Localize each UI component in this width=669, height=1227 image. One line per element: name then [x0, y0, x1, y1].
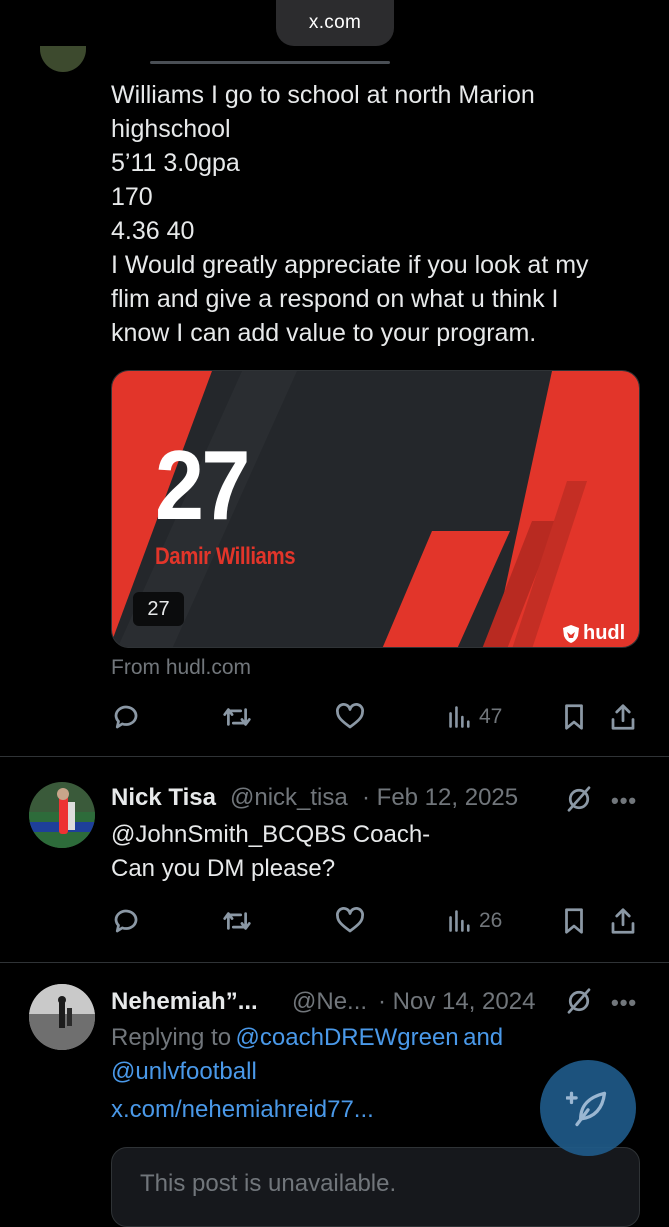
url-text: x.com: [308, 12, 362, 33]
divider: [0, 756, 669, 757]
views-count: 47: [479, 705, 503, 728]
repost-icon: [223, 912, 251, 930]
like-button[interactable]: [335, 702, 365, 732]
action-bar: 26: [111, 906, 641, 946]
post-header-cutoff: [150, 56, 410, 66]
post-date[interactable]: · Feb 12, 2025: [362, 784, 518, 812]
jersey-number: 27: [155, 430, 250, 540]
grok-button[interactable]: [564, 986, 594, 1021]
share-icon: [611, 908, 635, 934]
like-button[interactable]: [335, 906, 365, 936]
quoted-post-unavailable: This post is unavailable.: [111, 1147, 640, 1227]
player-name: Damir Williams: [155, 543, 296, 570]
author-handle[interactable]: @nick_tisa: [230, 784, 348, 812]
views-icon: [449, 706, 470, 728]
author-name[interactable]: Nehemiah”...: [111, 988, 258, 1016]
avatar[interactable]: [29, 782, 95, 848]
mention-link[interactable]: @unlvfootball: [111, 1058, 257, 1085]
more-button[interactable]: •••: [611, 788, 637, 814]
card-badge: 27: [133, 592, 184, 626]
divider: [0, 962, 669, 963]
share-button[interactable]: [609, 906, 637, 936]
replying-to-label: Replying to: [111, 1024, 232, 1051]
reply-button[interactable]: [111, 906, 141, 936]
post-text: Williams I go to school at north Marion …: [111, 81, 589, 347]
url-bar[interactable]: x.com: [276, 0, 394, 46]
repost-icon: [223, 708, 251, 726]
bookmark-icon: [565, 908, 583, 934]
hudl-wordmark: hudl: [583, 622, 626, 644]
hudl-shield-icon: [563, 624, 579, 643]
views-icon: [449, 910, 470, 932]
reply-icon: [114, 705, 138, 729]
hudl-logo: hudl: [561, 622, 625, 645]
grok-icon: [567, 988, 591, 1014]
compose-feather-icon: [566, 1091, 607, 1127]
grok-button[interactable]: [564, 784, 594, 819]
reply-and: and: [463, 1024, 504, 1051]
author-handle[interactable]: @Ne...: [292, 988, 367, 1016]
bookmark-button[interactable]: [561, 906, 587, 936]
bookmark-button[interactable]: [561, 702, 587, 732]
views-button[interactable]: 26: [447, 906, 502, 936]
compose-button[interactable]: [540, 1060, 636, 1156]
post-text: @JohnSmith_BCQBS Coach- Can you DM pleas…: [111, 821, 431, 882]
repost-button[interactable]: [221, 906, 253, 936]
author-name[interactable]: Nick Tisa: [111, 784, 216, 812]
bookmark-icon: [565, 704, 583, 730]
mention-link[interactable]: @coachDREWgreen: [236, 1024, 459, 1051]
avatar[interactable]: [40, 46, 86, 72]
avatar-image: [29, 984, 95, 1050]
reply-button[interactable]: [111, 702, 141, 732]
heart-icon: [336, 703, 364, 729]
card-source[interactable]: From hudl.com: [111, 656, 251, 680]
share-button[interactable]: [609, 702, 637, 732]
action-bar: 47: [111, 702, 641, 742]
post-link[interactable]: x.com/nehemiahreid77...: [111, 1093, 374, 1127]
repost-button[interactable]: [221, 702, 253, 732]
share-icon: [611, 704, 635, 730]
post-date[interactable]: · Nov 14, 2024: [378, 988, 535, 1016]
reply-icon: [114, 909, 138, 933]
avatar[interactable]: [29, 984, 95, 1050]
unavailable-text: This post is unavailable.: [140, 1170, 397, 1197]
heart-icon: [336, 907, 364, 933]
grok-icon: [567, 786, 591, 812]
more-button[interactable]: •••: [611, 990, 637, 1016]
views-button[interactable]: 47: [447, 702, 502, 732]
views-count: 26: [479, 909, 503, 932]
avatar-image: [29, 782, 95, 848]
